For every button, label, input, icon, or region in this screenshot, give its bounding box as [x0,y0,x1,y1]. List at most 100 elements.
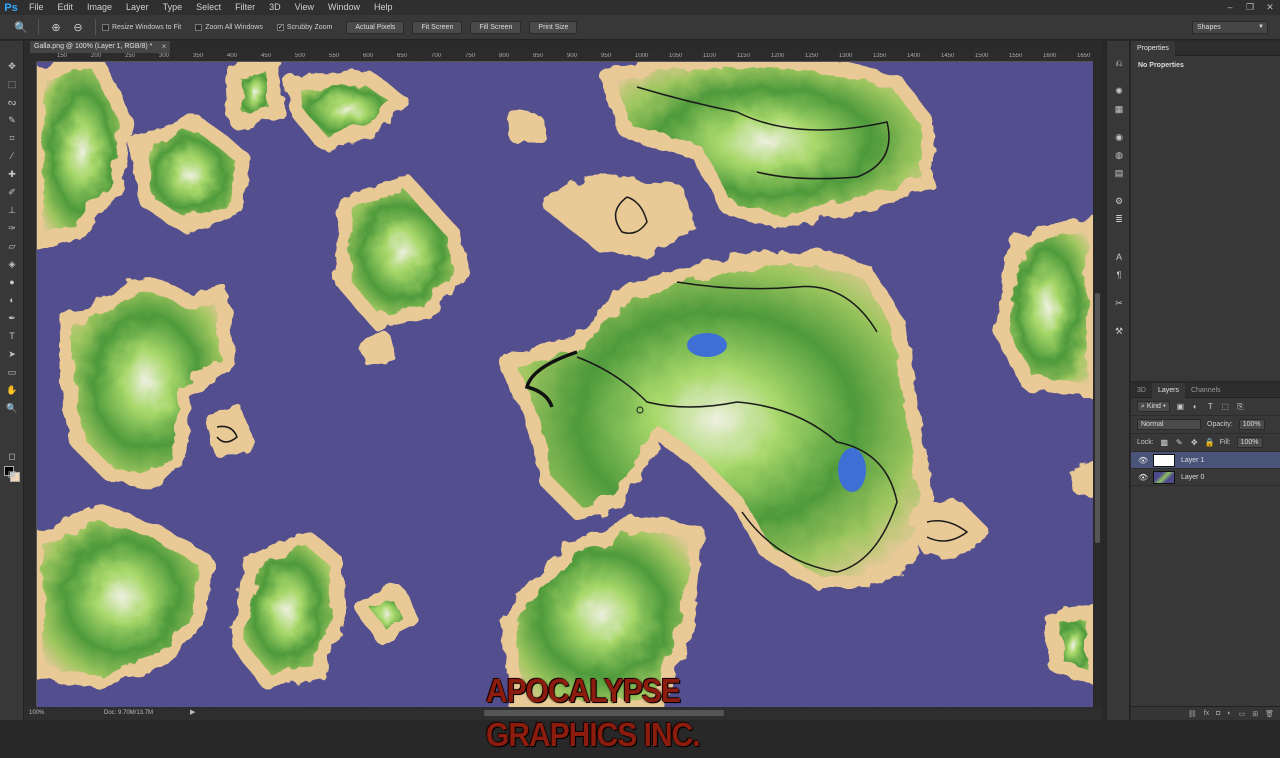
lock-transparency-icon[interactable]: ▩ [1160,438,1169,447]
color-icon[interactable]: ◉ [1112,131,1126,143]
workspace-select[interactable]: Shapes ▼ [1192,21,1268,34]
lock-pixels-icon[interactable]: ✎ [1175,438,1184,447]
screen-mode-icon[interactable]: ▣ [4,467,20,481]
marquee-tool-icon[interactable]: ⬚ [4,77,20,91]
dodge-tool-icon[interactable]: ◐ [4,293,20,307]
filter-smart-object-icon[interactable]: ⎘ [1236,402,1245,411]
minimize-icon[interactable]: – [1224,3,1236,12]
menu-filter[interactable]: Filter [228,0,262,15]
move-tool-icon[interactable]: ✥ [4,59,20,73]
link-layers-icon[interactable]: ⛓ [1188,710,1197,718]
layer-name[interactable]: Layer 0 [1181,474,1204,481]
brush-preset-icon[interactable]: ✺ [1112,85,1126,97]
menu-layer[interactable]: Layer [119,0,156,15]
zoom-tool-icon[interactable]: 🔍 [4,401,20,415]
scrollbar-thumb[interactable] [1095,293,1100,543]
clone-stamp-tool-icon[interactable]: ⊥ [4,203,20,217]
menu-file[interactable]: File [22,0,51,15]
eraser-tool-icon[interactable]: ▱ [4,239,20,253]
healing-brush-tool-icon[interactable]: ✚ [4,167,20,181]
swatches-icon[interactable]: ◍ [1112,149,1126,161]
hand-tool-icon[interactable]: ✋ [4,383,20,397]
lock-position-icon[interactable]: ✥ [1190,438,1199,447]
menu-image[interactable]: Image [80,0,119,15]
history-brush-tool-icon[interactable]: ✑ [4,221,20,235]
styles-icon[interactable]: ▤ [1112,167,1126,179]
shape-tool-icon[interactable]: ▭ [4,365,20,379]
menu-edit[interactable]: Edit [51,0,81,15]
visibility-eye-icon[interactable]: 👁 [1138,473,1148,482]
tab-layers[interactable]: Layers [1151,382,1185,398]
type-tool-icon[interactable]: T [4,329,20,343]
layer-row-layer-0[interactable]: 👁 Layer 0 [1131,469,1280,486]
blend-mode-select[interactable]: Normal [1137,419,1201,430]
paragraph-icon[interactable]: ¶ [1112,269,1126,281]
checkmark-icon[interactable]: ✓ [276,23,284,31]
horizontal-scrollbar[interactable] [484,710,724,716]
add-mask-icon[interactable]: ◘ [1216,710,1220,717]
opacity-field[interactable]: 100% [1238,419,1265,430]
filter-adjustment-icon[interactable]: ◐ [1191,402,1200,411]
lasso-tool-icon[interactable]: ᔓ [4,95,20,109]
history-icon[interactable]: ⎌ [1112,57,1126,69]
restore-icon[interactable]: ❐ [1244,3,1256,12]
delete-layer-icon[interactable]: 🗑 [1265,710,1274,718]
tool-presets-icon[interactable]: ✂ [1112,297,1126,309]
tab-channels[interactable]: Channels [1185,383,1227,398]
layers-comp-icon[interactable]: ≣ [1112,213,1126,225]
pen-tool-icon[interactable]: ✒ [4,311,20,325]
new-group-icon[interactable]: ▭ [1239,710,1246,718]
adjustments-icon[interactable]: ⚙ [1112,195,1126,207]
character-icon[interactable]: A [1112,251,1126,263]
layer-row-layer-1[interactable]: 👁 Layer 1 [1131,452,1280,469]
actual-pixels-button[interactable]: Actual Pixels [346,20,405,34]
menu-window[interactable]: Window [321,0,367,15]
crop-tool-icon[interactable]: ⌗ [4,131,20,145]
filter-shape-icon[interactable]: ⬚ [1221,402,1230,411]
print-size-button[interactable]: Print Size [529,20,578,34]
horizontal-ruler[interactable]: 150 200 250 300 350 400 450 500 550 600 650 700 750 8… [37,53,1093,62]
fill-screen-button[interactable]: Fill Screen [470,20,522,34]
grid-icon[interactable]: ▦ [1112,103,1126,115]
scrubby-zoom-checkbox[interactable]: ✓ Scrubby Zoom [276,23,332,31]
tab-3d[interactable]: 3D [1131,383,1152,398]
fill-field[interactable]: 100% [1236,437,1263,448]
vertical-ruler[interactable] [24,62,37,707]
layer-style-icon[interactable]: fx [1204,710,1209,717]
menu-view[interactable]: View [288,0,321,15]
menu-select[interactable]: Select [189,0,228,15]
paint-bucket-tool-icon[interactable]: ◈ [4,257,20,271]
checkbox-box[interactable] [195,23,203,31]
tab-properties[interactable]: Properties [1131,40,1175,56]
play-arrow-icon[interactable]: ▶ [190,708,195,716]
fit-screen-button[interactable]: Fit Screen [412,20,463,34]
vertical-scrollbar[interactable] [1093,53,1102,707]
zoom-level[interactable]: 100% [29,710,44,716]
close-tab-icon[interactable]: × [162,41,167,53]
path-select-tool-icon[interactable]: ➤ [4,347,20,361]
document-canvas[interactable] [37,62,1093,707]
filter-pixel-icon[interactable]: ▣ [1176,402,1185,411]
brush-tool-icon[interactable]: ✐ [4,185,20,199]
zoom-out-icon[interactable]: ⊖ [67,18,89,36]
menu-3d[interactable]: 3D [262,0,288,15]
zoom-tool-preset-icon[interactable]: 🔍 [10,18,32,36]
eyedropper-tool-icon[interactable]: ⁄ [4,149,20,163]
zoom-in-icon[interactable]: ⊕ [45,18,67,36]
layer-name[interactable]: Layer 1 [1181,457,1204,464]
quick-select-tool-icon[interactable]: ✎ [4,113,20,127]
adjustment-layer-icon[interactable]: ◐ [1227,710,1231,717]
filter-kind-select[interactable]: ⌕ Kind ▾ [1137,401,1170,412]
new-layer-icon[interactable]: ⊞ [1252,710,1258,718]
quick-mask-icon[interactable]: ◻ [4,449,20,463]
document-tab[interactable]: Galla.png @ 100% (Layer 1, RGB/8) * × [30,41,171,53]
checkbox-box[interactable] [102,23,109,31]
zoom-all-windows-checkbox[interactable]: Zoom All Windows [195,23,263,31]
clone-source-icon[interactable]: ⚒ [1112,325,1126,337]
close-icon[interactable]: ✕ [1264,3,1276,12]
filter-type-icon[interactable]: T [1206,402,1215,411]
menu-type[interactable]: Type [156,0,190,15]
resize-windows-checkbox[interactable]: Resize Windows to Fit [102,23,181,31]
blur-tool-icon[interactable]: ● [4,275,20,289]
visibility-eye-icon[interactable]: 👁 [1138,456,1148,465]
